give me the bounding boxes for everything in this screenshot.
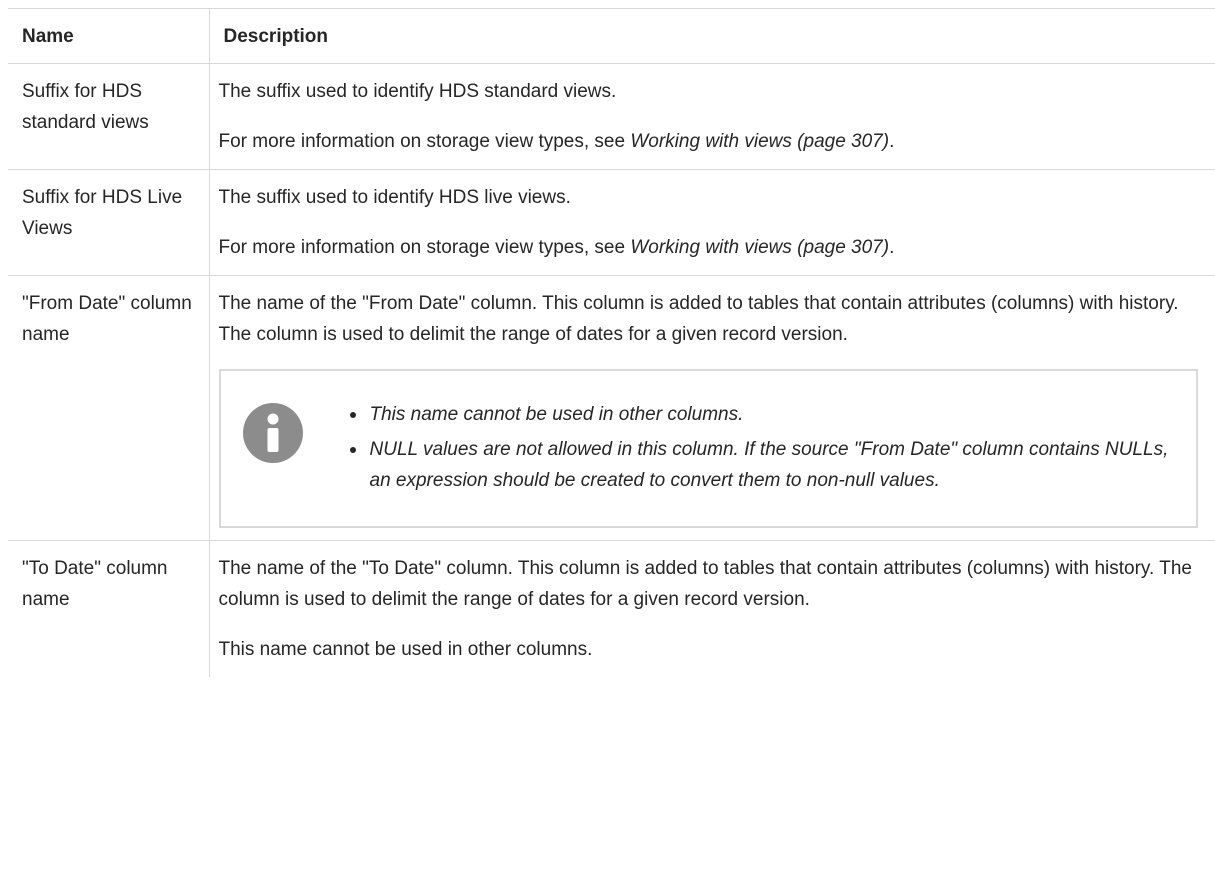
note-item: This name cannot be used in other column… <box>349 399 1177 430</box>
setting-description: The suffix used to identify HDS live vie… <box>208 169 1215 276</box>
note-box: This name cannot be used in other column… <box>218 369 1198 528</box>
column-header-description: Description <box>208 8 1215 64</box>
setting-name: Suffix for HDS Live Views <box>8 169 210 276</box>
description-text: The name of the "From Date" column. This… <box>218 293 1179 345</box>
description-more-info: For more information on storage view typ… <box>219 126 1202 157</box>
table-row: Suffix for HDS standard views The suffix… <box>8 63 1215 170</box>
more-info-suffix: . <box>889 237 895 258</box>
more-info-suffix: . <box>889 131 895 152</box>
setting-description: The name of the "From Date" column. This… <box>208 275 1215 541</box>
setting-name: "From Date" column name <box>8 275 210 541</box>
settings-table: Name Description Suffix for HDS standard… <box>8 8 1215 677</box>
description-text: The name of the "To Date" column. This c… <box>218 558 1192 610</box>
table-row: Suffix for HDS Live Views The suffix use… <box>8 169 1215 276</box>
more-info-prefix: For more information on storage view typ… <box>218 131 631 152</box>
info-icon <box>242 403 303 463</box>
setting-name: "To Date" column name <box>8 540 210 677</box>
setting-name: Suffix for HDS standard views <box>8 63 210 170</box>
setting-description: The suffix used to identify HDS standard… <box>208 63 1215 170</box>
table-row: "To Date" column name The name of the "T… <box>8 540 1215 677</box>
table-row: "From Date" column name The name of the … <box>8 275 1215 541</box>
cross-reference-link[interactable]: Working with views (page 307) <box>630 237 889 258</box>
note-list: This name cannot be used in other column… <box>303 399 1177 496</box>
cross-reference-link[interactable]: Working with views (page 307) <box>630 131 889 152</box>
table-header-row: Name Description <box>8 8 1215 64</box>
description-text: The suffix used to identify HDS live vie… <box>218 187 571 208</box>
more-info-prefix: For more information on storage view typ… <box>218 237 631 258</box>
column-header-name: Name <box>8 8 210 64</box>
note-item: NULL values are not allowed in this colu… <box>349 434 1177 496</box>
description-more-info: For more information on storage view typ… <box>219 232 1202 263</box>
setting-description: The name of the "To Date" column. This c… <box>208 540 1215 677</box>
description-text: The suffix used to identify HDS standard… <box>218 81 617 102</box>
description-note: This name cannot be used in other column… <box>218 639 593 660</box>
